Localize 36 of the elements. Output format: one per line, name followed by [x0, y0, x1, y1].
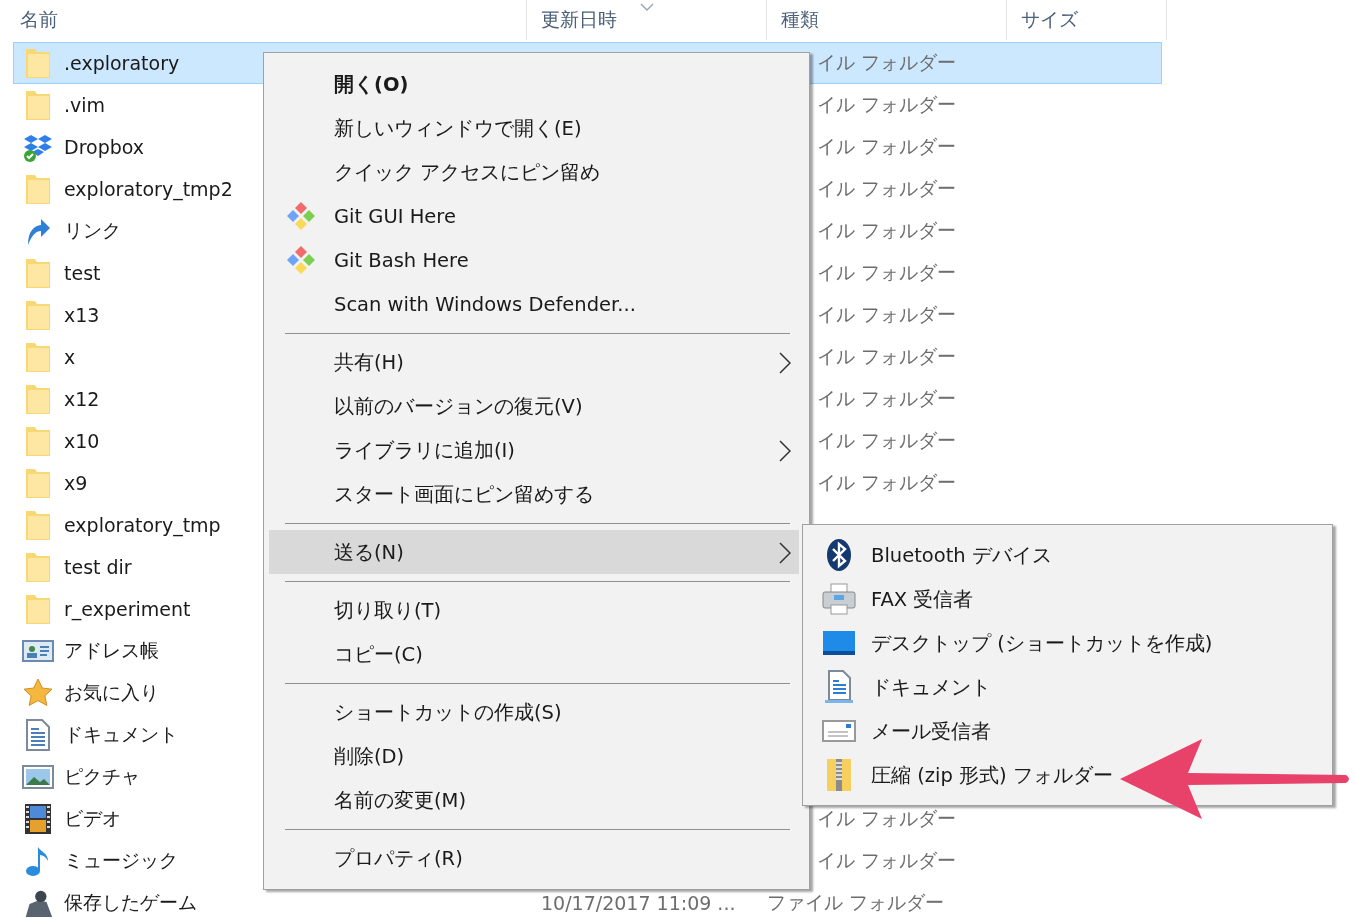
file-type: イル フォルダー [817, 135, 957, 157]
file-type: イル フォルダー [817, 303, 957, 325]
file-name: .exploratory [64, 52, 180, 74]
file-name: .vim [64, 94, 106, 116]
file-type: イル フォルダー [817, 849, 957, 871]
file-name: ミュージック [64, 848, 178, 873]
file-name: x12 [64, 388, 100, 410]
file-type: イル フォルダー [817, 51, 957, 73]
file-name: リンク [64, 218, 121, 243]
file-name: お気に入り [64, 680, 159, 705]
file-type: イル フォルダー [817, 93, 957, 115]
file-name: ビデオ [64, 806, 121, 831]
file-name: x9 [64, 472, 88, 494]
file-type: イル フォルダー [817, 471, 957, 493]
file-name: test [64, 262, 101, 284]
file-name: アドレス帳 [64, 638, 159, 663]
file-name: r_experiment [64, 598, 191, 620]
file-name: test dir [64, 556, 132, 578]
file-name: 保存したゲーム [64, 890, 197, 915]
file-type: イル フォルダー [817, 177, 957, 199]
file-type: ファイル フォルダー [767, 891, 945, 913]
file-name: x10 [64, 430, 100, 452]
file-name: x13 [64, 304, 100, 326]
modified-date: 10/17/2017 11:09 ... [541, 892, 736, 914]
file-name: Dropbox [64, 136, 145, 158]
file-name: exploratory_tmp [64, 514, 221, 536]
file-type: イル フォルダー [817, 345, 957, 367]
file-type: イル フォルダー [817, 261, 957, 283]
file-name: ピクチャ [64, 764, 140, 789]
file-name: x [64, 346, 76, 368]
file-name: exploratory_tmp2 [64, 178, 233, 200]
file-type: イル フォルダー [817, 429, 957, 451]
file-type: イル フォルダー [817, 387, 957, 409]
file-name: ドキュメント [64, 722, 178, 747]
file-type: イル フォルダー [817, 807, 957, 829]
file-type: イル フォルダー [817, 219, 957, 241]
